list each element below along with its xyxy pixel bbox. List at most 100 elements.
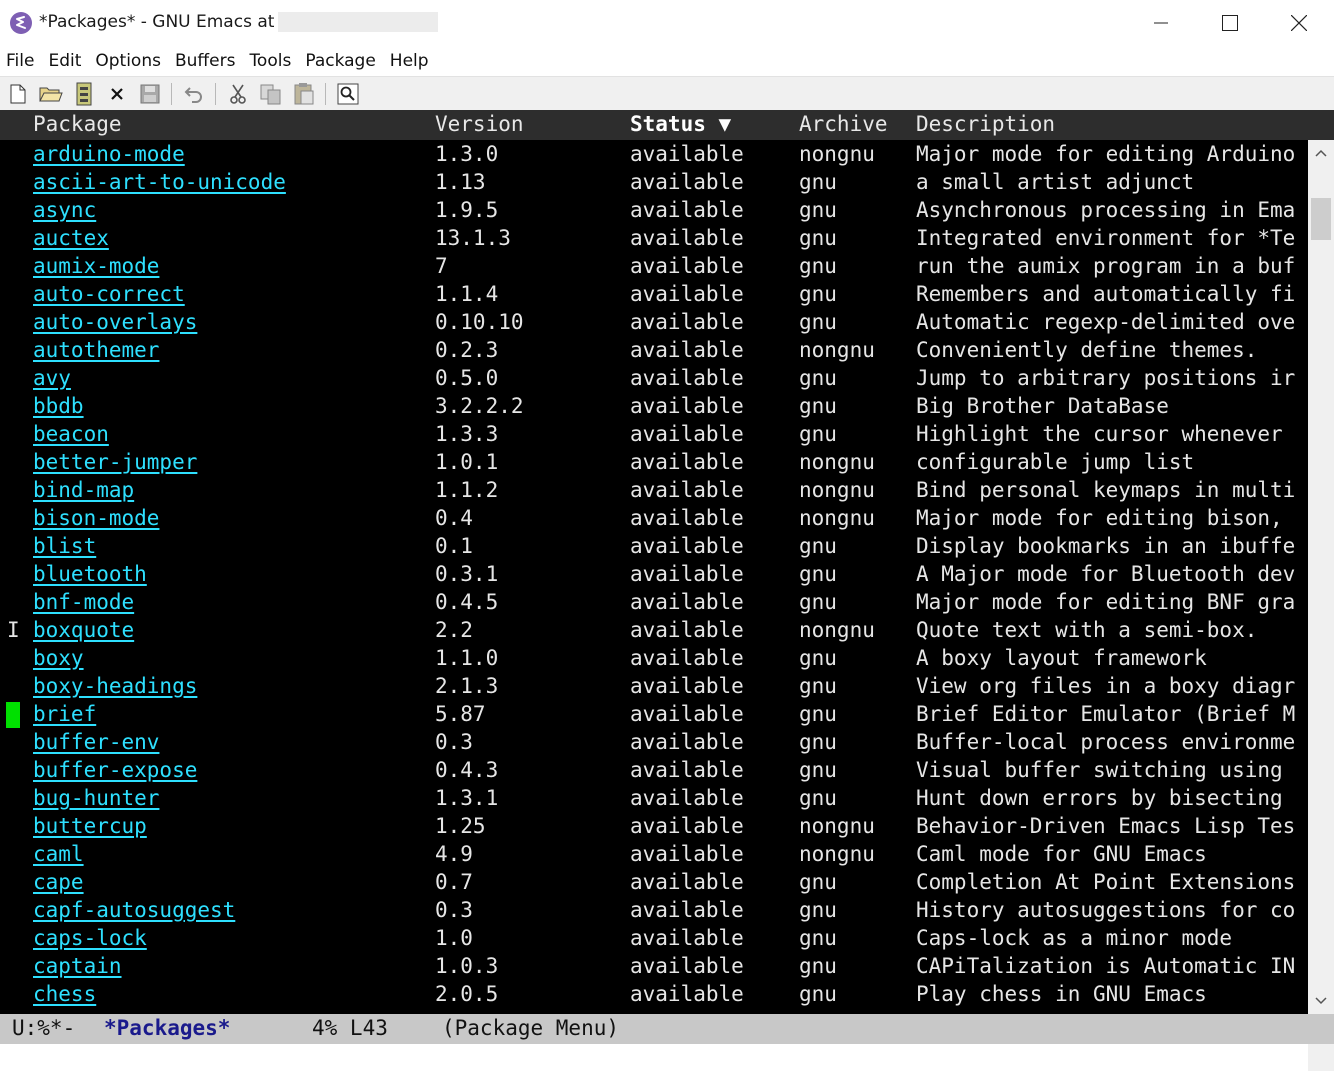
package-row[interactable]: bbdb 3.2.2.2 available gnu Big Brother DataB… <box>0 392 1308 420</box>
column-header-description[interactable]: Description <box>916 112 1055 136</box>
paste-button[interactable] <box>290 80 318 108</box>
package-row[interactable]: Iboxquote 2.2 available nongnu Quote text wi… <box>0 616 1308 644</box>
package-name-link[interactable]: blist <box>33 532 96 560</box>
package-name-link[interactable]: better-jumper <box>33 448 197 476</box>
package-row[interactable]: captain 1.0.3 available gnu CAPiTalization i… <box>0 952 1308 980</box>
package-archive: gnu <box>799 394 837 418</box>
package-row[interactable]: aumix-mode 7 available gnu run the aumix pro… <box>0 252 1308 280</box>
menu-options[interactable]: Options <box>95 51 161 71</box>
package-row[interactable]: auctex 13.1.3 available gnu Integrated envir… <box>0 224 1308 252</box>
package-row[interactable]: buffer-expose 0.4.3 available gnu Visual buf… <box>0 756 1308 784</box>
package-name-link[interactable]: brief <box>33 700 96 728</box>
package-name-link[interactable]: buttercup <box>33 812 147 840</box>
menu-file[interactable]: File <box>6 51 34 71</box>
package-row[interactable]: auto-overlays 0.10.10 available gnu Automati… <box>0 308 1308 336</box>
open-directory-icon <box>76 82 92 105</box>
package-name-link[interactable]: boxquote <box>33 616 134 644</box>
package-row[interactable]: bnf-mode 0.4.5 available gnu Major mode for … <box>0 588 1308 616</box>
scroll-up-button[interactable] <box>1308 140 1334 166</box>
package-row[interactable]: caml 4.9 available nongnu Caml mode for GNU … <box>0 840 1308 868</box>
column-header-status[interactable]: Status ▼ <box>630 112 731 136</box>
scroll-down-button[interactable] <box>1308 988 1334 1014</box>
open-file-button[interactable] <box>37 80 65 108</box>
package-row[interactable]: bison-mode 0.4 available nongnu Major mode f… <box>0 504 1308 532</box>
package-name-link[interactable]: boxy <box>33 644 84 672</box>
package-name-link[interactable]: autothemer <box>33 336 159 364</box>
vertical-scrollbar[interactable] <box>1308 140 1334 1014</box>
close-button[interactable] <box>1264 0 1334 46</box>
minimize-button[interactable] <box>1126 0 1196 46</box>
package-name-link[interactable]: auto-overlays <box>33 308 197 336</box>
undo-button[interactable] <box>180 80 208 108</box>
menu-buffers[interactable]: Buffers <box>175 51 235 71</box>
package-row[interactable]: blist 0.1 available gnu Display bookmarks in… <box>0 532 1308 560</box>
package-name-link[interactable]: bbdb <box>33 392 84 420</box>
package-row[interactable]: cape 0.7 available gnu Completion At Point E… <box>0 868 1308 896</box>
package-name-link[interactable]: bind-map <box>33 476 134 504</box>
package-row[interactable]: auto-correct 1.1.4 available gnu Remembers a… <box>0 280 1308 308</box>
package-name-link[interactable]: bluetooth <box>33 560 147 588</box>
package-row[interactable]: autothemer 0.2.3 available nongnu Convenient… <box>0 336 1308 364</box>
package-row[interactable]: bug-hunter 1.3.1 available gnu Hunt down err… <box>0 784 1308 812</box>
package-row[interactable]: chess 2.0.5 available gnu Play chess in GNU … <box>0 980 1308 1008</box>
package-row[interactable]: caps-lock 1.0 available gnu Caps-lock as a m… <box>0 924 1308 952</box>
package-row[interactable]: avy 0.5.0 available gnu Jump to arbitrary po… <box>0 364 1308 392</box>
package-row[interactable]: buttercup 1.25 available nongnu Behavior-Dri… <box>0 812 1308 840</box>
copy-button[interactable] <box>257 80 285 108</box>
package-name-link[interactable]: arduino-mode <box>33 140 185 168</box>
modeline-major-mode[interactable]: (Package Menu) <box>442 1016 619 1040</box>
package-list[interactable]: arduino-mode 1.3.0 available nongnu Major mo… <box>0 140 1308 1014</box>
menu-help[interactable]: Help <box>390 51 429 71</box>
echo-area[interactable] <box>0 1044 1308 1071</box>
package-row[interactable]: ascii-art-to-unicode 1.13 available gnu a sm… <box>0 168 1308 196</box>
package-archive: nongnu <box>799 618 875 642</box>
package-name-link[interactable]: cape <box>33 868 84 896</box>
package-name-link[interactable]: avy <box>33 364 71 392</box>
package-name-link[interactable]: ascii-art-to-unicode <box>33 168 286 196</box>
column-header-version[interactable]: Version <box>435 112 524 136</box>
package-name-link[interactable]: chess <box>33 980 96 1008</box>
package-name-link[interactable]: auctex <box>33 224 109 252</box>
package-name-link[interactable]: buffer-env <box>33 728 159 756</box>
modeline-buffer-name[interactable]: *Packages* <box>104 1016 230 1040</box>
package-name-link[interactable]: bison-mode <box>33 504 159 532</box>
kill-buffer-button[interactable] <box>103 80 131 108</box>
package-name-link[interactable]: bug-hunter <box>33 784 159 812</box>
menu-tools[interactable]: Tools <box>249 51 291 71</box>
cut-button[interactable] <box>224 80 252 108</box>
package-row[interactable]: buffer-env 0.3 available gnu Buffer-local pr… <box>0 728 1308 756</box>
package-name-link[interactable]: aumix-mode <box>33 252 159 280</box>
maximize-button[interactable] <box>1195 0 1265 46</box>
package-row[interactable]: bind-map 1.1.2 available nongnu Bind persona… <box>0 476 1308 504</box>
menu-edit[interactable]: Edit <box>48 51 81 71</box>
search-button[interactable] <box>334 80 362 108</box>
package-row[interactable]: async 1.9.5 available gnu Asynchronous proce… <box>0 196 1308 224</box>
package-name-link[interactable]: auto-correct <box>33 280 185 308</box>
package-row[interactable]: boxy-headings 2.1.3 available gnu View org f… <box>0 672 1308 700</box>
mode-line: U:%*- *Packages* 4% L43 (Package Menu) <box>0 1014 1334 1044</box>
package-name-link[interactable]: caps-lock <box>33 924 147 952</box>
new-file-button[interactable] <box>4 80 32 108</box>
package-name-link[interactable]: caml <box>33 840 84 868</box>
package-name-link[interactable]: buffer-expose <box>33 756 197 784</box>
package-row[interactable]: brief 5.87 available gnu Brief Editor Emulat… <box>0 700 1308 728</box>
save-button[interactable] <box>136 80 164 108</box>
package-name-link[interactable]: boxy-headings <box>33 672 197 700</box>
package-name-link[interactable]: captain <box>33 952 122 980</box>
scrollbar-thumb[interactable] <box>1311 198 1331 240</box>
package-row[interactable]: arduino-mode 1.3.0 available nongnu Major mo… <box>0 140 1308 168</box>
package-row[interactable]: boxy 1.1.0 available gnu A boxy layout frame… <box>0 644 1308 672</box>
column-header-package[interactable]: Package <box>33 112 122 136</box>
menu-package[interactable]: Package <box>305 51 375 71</box>
package-name-link[interactable]: capf-autosuggest <box>33 896 235 924</box>
package-name-link[interactable]: beacon <box>33 420 109 448</box>
package-version: 0.4.5 <box>435 590 499 614</box>
dired-button[interactable] <box>70 80 98 108</box>
package-row[interactable]: beacon 1.3.3 available gnu Highlight the cur… <box>0 420 1308 448</box>
package-row[interactable]: capf-autosuggest 0.3 available gnu History a… <box>0 896 1308 924</box>
package-row[interactable]: bluetooth 0.3.1 available gnu A Major mode f… <box>0 560 1308 588</box>
package-name-link[interactable]: async <box>33 196 96 224</box>
package-name-link[interactable]: bnf-mode <box>33 588 134 616</box>
column-header-archive[interactable]: Archive <box>799 112 888 136</box>
package-row[interactable]: better-jumper 1.0.1 available nongnu configu… <box>0 448 1308 476</box>
